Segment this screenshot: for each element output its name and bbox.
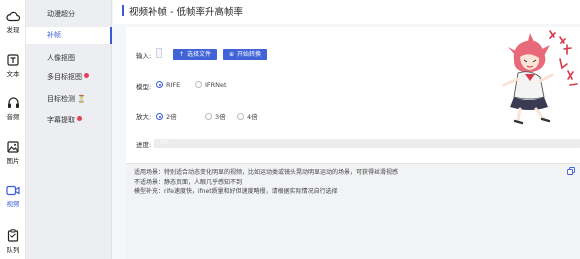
- radio-dot: [156, 81, 163, 88]
- rail-item-discover[interactable]: 发现: [0, 11, 26, 34]
- scale-label: 放大:: [136, 113, 152, 121]
- title-bar: 视频补帧 - 低帧率升高帧率: [113, 0, 580, 24]
- scale-option-3x[interactable]: 3倍: [205, 111, 226, 121]
- menu-item-label: 目标检测: [47, 95, 75, 103]
- rail-label: 队列: [6, 246, 20, 254]
- radio-label: IFRNet: [205, 81, 227, 89]
- scale-option-4x[interactable]: 4倍: [237, 111, 258, 121]
- radio-label: 3倍: [215, 113, 226, 121]
- cloud-icon: [6, 11, 20, 22]
- mascot-illustration: [502, 30, 578, 125]
- rail-label: 发现: [6, 26, 20, 34]
- rail-label: 视频: [6, 200, 20, 208]
- menu-item-portrait-matting[interactable]: 人像抠图: [26, 50, 112, 67]
- radio-label: 2倍: [166, 113, 177, 121]
- queue-icon: [7, 229, 19, 242]
- app-rail: 发现 文本 音频 图片 视频 队列: [0, 0, 26, 259]
- menu-item-anime-upscale[interactable]: 动漫超分: [26, 6, 112, 23]
- rail-item-text[interactable]: 文本: [0, 54, 26, 78]
- copy-icon[interactable]: [567, 167, 575, 175]
- rail-item-audio[interactable]: 音频: [0, 96, 26, 121]
- progress-text: 0%: [160, 140, 169, 146]
- menu-item-label: 多目标抠图: [47, 73, 82, 81]
- rail-label: 音频: [6, 113, 20, 121]
- rail-item-video[interactable]: 视频: [0, 185, 26, 208]
- image-icon: [7, 141, 19, 153]
- upload-icon: ↑: [179, 51, 185, 58]
- info-box: 适用场景：特别适合动态变化明显的视频，比如运动类或镜头晃动明显运动的场景，可获得…: [126, 163, 580, 259]
- info-line-suitable: 适用场景：特别适合动态变化明显的视频，比如运动类或镜头晃动明显运动的场景，可获得…: [134, 169, 399, 176]
- rail-label: 图片: [6, 157, 20, 165]
- headphones-icon: [7, 97, 19, 108]
- start-convert-button[interactable]: ⊕ 开始转换: [223, 49, 268, 60]
- title-accent-bar: [122, 5, 124, 16]
- new-badge: [84, 73, 89, 78]
- radio-dot: [205, 113, 212, 120]
- progress-bar: 0%: [154, 139, 580, 148]
- menu-item-frame-interpolation[interactable]: 补帧: [26, 27, 112, 44]
- feature-menu: 动漫超分 补帧 人像抠图 多目标抠图 目标检测 ⏳ 字幕提取: [26, 0, 112, 259]
- menu-item-label: 人像抠图: [47, 54, 75, 62]
- page-title: 视频补帧 - 低帧率升高帧率: [129, 7, 243, 18]
- select-file-label: 选择文件: [187, 51, 212, 58]
- model-label: 模型:: [136, 83, 152, 91]
- video-icon: [6, 185, 20, 196]
- menu-item-object-detection[interactable]: 目标检测 ⏳: [26, 91, 112, 108]
- select-file-button[interactable]: ↑ 选择文件: [173, 49, 218, 60]
- new-badge: [77, 116, 82, 121]
- hourglass-icon: ⏳: [77, 95, 86, 103]
- menu-item-label: 补帧: [47, 31, 61, 39]
- info-line-model-note: 模型补充：rife速度快，ifnet质量和好但速度略慢，请根据实际情况自行选择: [134, 188, 338, 195]
- rail-label: 文本: [6, 70, 20, 78]
- radio-dot: [237, 113, 244, 120]
- progress-label: 进度:: [136, 141, 152, 149]
- text-icon: [7, 54, 19, 66]
- rail-item-image[interactable]: 图片: [0, 141, 26, 165]
- start-convert-label: 开始转换: [237, 51, 262, 58]
- menu-item-label: 动漫超分: [47, 10, 75, 18]
- radio-label: RIFE: [166, 81, 181, 89]
- info-line-unsuitable: 不适场景：静态页面，人眼几乎感知不到: [134, 178, 243, 186]
- file-path-field[interactable]: [156, 48, 162, 58]
- radio-dot: [156, 113, 163, 120]
- menu-item-multi-object-matting[interactable]: 多目标抠图: [26, 69, 112, 86]
- radio-dot: [195, 81, 202, 88]
- plus-circle-icon: ⊕: [229, 51, 235, 58]
- scale-option-2x[interactable]: 2倍: [156, 111, 177, 121]
- menu-item-subtitle-extraction[interactable]: 字幕提取: [26, 112, 112, 129]
- model-option-rife[interactable]: RIFE: [156, 81, 180, 89]
- input-label: 输入:: [136, 52, 152, 60]
- radio-label: 4倍: [247, 113, 258, 121]
- settings-panel: 输入: ↑ 选择文件 ⊕ 开始转换 模型: RIFE IFRNet 放大: 2倍 3…: [126, 27, 580, 259]
- model-option-ifrnet[interactable]: IFRNet: [195, 81, 227, 89]
- main-content: 视频补帧 - 低帧率升高帧率 输入: ↑ 选择文件 ⊕ 开始转换 模型: RIFE …: [113, 0, 580, 259]
- menu-item-label: 字幕提取: [47, 116, 75, 124]
- rail-item-queue[interactable]: 队列: [0, 229, 26, 254]
